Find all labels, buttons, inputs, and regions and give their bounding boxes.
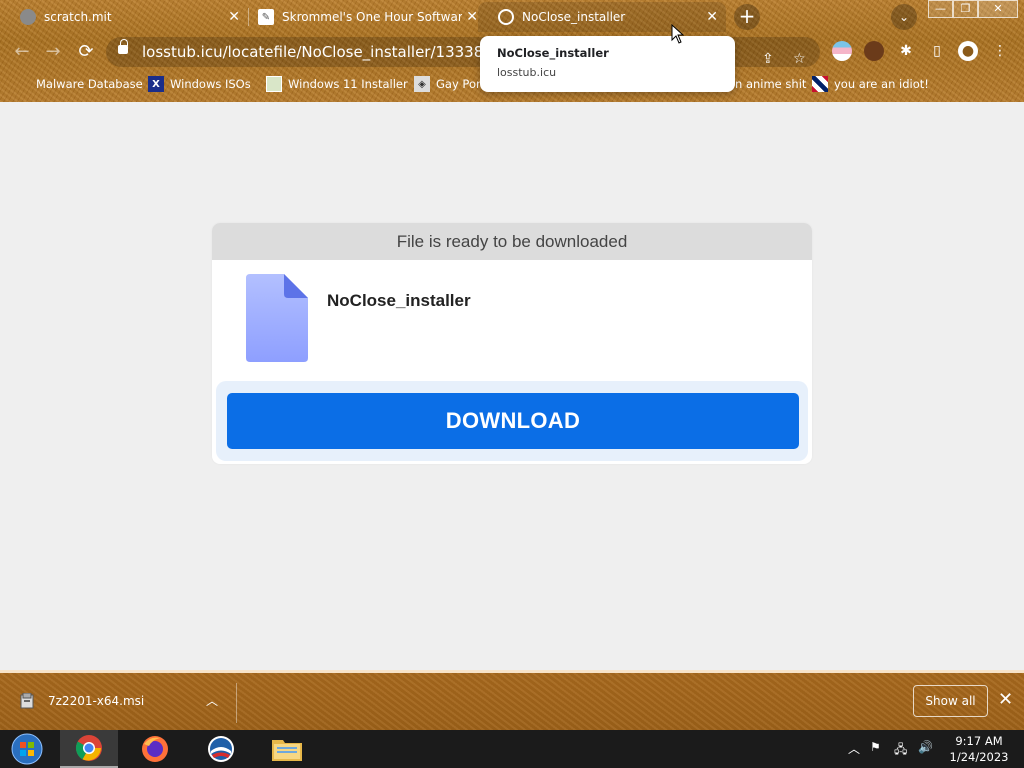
close-window-button[interactable]: ✕ [978, 0, 1018, 18]
close-tab-icon[interactable]: ✕ [466, 9, 478, 25]
start-button[interactable] [0, 730, 54, 768]
show-hidden-icons-icon[interactable]: ︿ [848, 740, 860, 757]
folder-icon [272, 740, 302, 761]
taskbar-outlook[interactable] [192, 730, 250, 768]
extensions-puzzle-icon[interactable]: ✱ [896, 41, 916, 61]
bookmark-label: you are an idiot! [834, 77, 929, 91]
action-center-flag-icon[interactable]: ⚑ [870, 740, 881, 754]
globe-icon [498, 9, 514, 25]
tab-hover-card: NoClose_installer losstub.icu [480, 36, 735, 92]
menu-kebab-icon[interactable]: ⋮ [990, 41, 1010, 61]
file-name: NoClose_installer [327, 291, 471, 310]
taskbar-chrome[interactable] [60, 730, 118, 768]
bookmark-windows-isos[interactable]: X Windows ISOs [148, 73, 251, 95]
chrome-icon [75, 735, 102, 761]
volume-icon[interactable]: 🔊 [918, 740, 933, 754]
tab-noclose-installer[interactable]: NoClose_installer ✕ [478, 2, 726, 32]
bookmark-label: n anime shit [735, 77, 807, 91]
taskbar-firefox[interactable] [126, 730, 184, 768]
share-icon[interactable]: ⇪ [762, 44, 774, 74]
url-text: losstub.icu/locatefile/NoClose_installer… [142, 43, 482, 61]
bookmark-gay-porn[interactable]: ◈ Gay Porn [414, 73, 488, 95]
tab-scratch[interactable]: scratch.mit ✕ [0, 2, 248, 32]
minimize-button[interactable]: — [928, 0, 953, 18]
download-button[interactable]: DOWNLOAD [227, 393, 799, 449]
download-card: File is ready to be downloaded NoClose_i… [212, 223, 812, 464]
bookmark-windows-11-installer[interactable]: Windows 11 Installer [266, 73, 408, 95]
forward-button[interactable]: → [41, 41, 65, 65]
document-icon: ✎ [258, 9, 274, 25]
bookmark-label: Windows 11 Installer [288, 77, 408, 91]
download-item[interactable]: 7z2201-x64.msi [20, 693, 144, 709]
taskbar-file-explorer[interactable] [258, 730, 316, 768]
bookmark-you-are-an-idiot[interactable]: you are an idiot! [812, 73, 929, 95]
bookmark-label: Windows ISOs [170, 77, 251, 91]
chevron-up-icon[interactable]: ︿ [206, 692, 218, 709]
bookmark-label: Malware Database [36, 77, 143, 91]
tab-search-button[interactable]: ⌄ [891, 4, 917, 30]
x-logo-icon: X [148, 76, 164, 92]
close-shelf-icon[interactable]: ✕ [998, 689, 1013, 710]
network-icon[interactable]: 🖧 [894, 740, 907, 761]
close-tab-icon[interactable]: ✕ [706, 9, 718, 25]
shelf-divider [236, 683, 237, 723]
mouse-cursor-icon [671, 24, 685, 44]
installer-package-icon [20, 693, 34, 709]
file-icon [246, 274, 308, 362]
profile-icon[interactable]: ● [958, 41, 978, 61]
firefox-icon [142, 736, 168, 762]
tab-skrommel[interactable]: ✎ Skrommel's One Hour Software - ✕ [238, 2, 486, 32]
extension-avatar-icon[interactable] [864, 41, 884, 61]
tab-title: scratch.mit [44, 10, 112, 24]
download-shelf: 7z2201-x64.msi ︿ Show all ✕ [0, 670, 1024, 730]
hover-card-domain: losstub.icu [497, 66, 557, 79]
side-panel-icon[interactable]: ▯ [927, 41, 947, 61]
hover-card-title: NoClose_installer [497, 46, 609, 60]
card-heading: File is ready to be downloaded [212, 223, 812, 260]
show-all-button[interactable]: Show all [913, 685, 988, 717]
download-button-wrap: DOWNLOAD [216, 381, 808, 461]
bookmark-star-icon[interactable]: ☆ [793, 44, 806, 74]
browser-chrome: scratch.mit ✕ ✎ Skrommel's One Hour Soft… [0, 0, 1024, 102]
obama-logo-icon [208, 736, 234, 762]
uk-flag-icon [812, 76, 828, 92]
back-button[interactable]: ← [10, 41, 34, 65]
system-clock[interactable]: 9:17 AM 1/24/2023 [944, 733, 1014, 765]
download-file-name: 7z2201-x64.msi [48, 694, 145, 708]
box-icon: ◈ [414, 76, 430, 92]
tab-title: NoClose_installer [522, 10, 626, 24]
bookmark-favicon-icon [18, 76, 30, 92]
extension-flag-icon[interactable] [832, 41, 852, 61]
tab-title: Skrommel's One Hour Software - [282, 10, 462, 24]
clock-time: 9:17 AM [955, 734, 1003, 748]
bookmark-malware-database[interactable]: Malware Database [18, 73, 143, 95]
windows-orb-icon [11, 733, 43, 765]
windows-taskbar: ︿ ⚑ 🖧 🔊 9:17 AM 1/24/2023 [0, 730, 1024, 768]
bookmark-anime[interactable]: n anime shit [735, 73, 806, 95]
lock-icon[interactable] [118, 39, 128, 54]
globe-icon [20, 9, 36, 25]
new-tab-button[interactable]: + [734, 4, 760, 30]
image-icon [266, 76, 282, 92]
reload-button[interactable]: ⟳ [74, 41, 98, 65]
restore-button[interactable]: ❐ [953, 0, 978, 18]
clock-date: 1/24/2023 [949, 750, 1009, 764]
